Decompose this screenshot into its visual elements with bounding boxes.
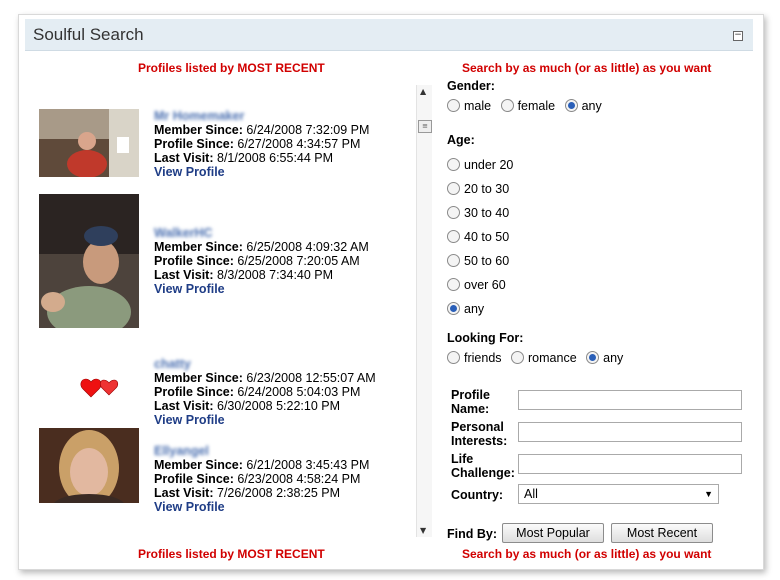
- gender-any-option[interactable]: any: [564, 99, 602, 113]
- profile-since-label: Profile Since:: [154, 385, 234, 399]
- find-by-label: Find By:: [447, 527, 497, 541]
- country-label: Country:: [451, 488, 504, 502]
- age-40-50-option[interactable]: 40 to 50: [447, 225, 513, 249]
- profile-name-label: Profile Name:: [451, 388, 490, 416]
- profile-photo[interactable]: [39, 194, 139, 328]
- left-header-top: Profiles listed by MOST RECENT: [138, 61, 325, 75]
- radio-icon[interactable]: [511, 351, 525, 364]
- profile-since-value: 6/24/2008 5:04:03 PM: [237, 385, 361, 399]
- age-over-60-option[interactable]: over 60: [447, 273, 513, 297]
- minus-box-icon[interactable]: −: [733, 31, 743, 41]
- gender-female-option[interactable]: female: [500, 99, 555, 113]
- profile-since-value: 6/23/2008 4:58:24 PM: [237, 472, 361, 486]
- personal-interests-label: Personal Interests:: [451, 420, 508, 448]
- age-any-option[interactable]: any: [447, 297, 513, 321]
- profile-list: Mr Homemaker Member Since: 6/24/2008 7:3…: [39, 95, 419, 545]
- gender-label: Gender:: [447, 79, 495, 93]
- profile-name[interactable]: Mr Homemaker: [154, 109, 369, 123]
- heart-icon[interactable]: [39, 373, 139, 403]
- view-profile-link[interactable]: View Profile: [154, 165, 369, 179]
- radio-icon[interactable]: [500, 99, 514, 112]
- view-profile-link[interactable]: View Profile: [154, 282, 369, 296]
- member-since-value: 6/25/2008 4:09:32 AM: [246, 240, 369, 254]
- radio-selected-icon[interactable]: [447, 302, 460, 315]
- panel-title: Soulful Search: [33, 25, 144, 44]
- member-since-label: Member Since:: [154, 458, 243, 472]
- looking-for-group: Looking For: friends romance any: [447, 331, 629, 365]
- last-visit-label: Last Visit:: [154, 151, 214, 165]
- last-visit-label: Last Visit:: [154, 399, 214, 413]
- radio-icon[interactable]: [447, 206, 460, 219]
- right-header-bottom: Search by as much (or as little) as you …: [462, 547, 712, 561]
- chevron-down-icon[interactable]: ▼: [704, 485, 713, 503]
- age-label: Age:: [447, 133, 475, 147]
- scroll-thumb[interactable]: ≡: [418, 120, 432, 133]
- profile-photo[interactable]: [39, 428, 139, 503]
- gender-male-option[interactable]: male: [447, 99, 491, 113]
- age-50-60-option[interactable]: 50 to 60: [447, 249, 513, 273]
- radio-icon[interactable]: [447, 254, 460, 267]
- radio-icon[interactable]: [447, 99, 460, 112]
- life-challenge-label: Life Challenge:: [451, 452, 515, 480]
- profile-since-value: 6/25/2008 7:20:05 AM: [237, 254, 360, 268]
- radio-selected-icon[interactable]: [586, 351, 600, 364]
- member-since-value: 6/21/2008 3:45:43 PM: [246, 458, 370, 472]
- last-visit-label: Last Visit:: [154, 486, 214, 500]
- soulful-search-panel: Soulful Search − Profiles listed by MOST…: [18, 14, 764, 570]
- profile-name-input[interactable]: [518, 390, 742, 410]
- member-since-value: 6/23/2008 12:55:07 AM: [246, 371, 376, 385]
- profile-since-value: 6/27/2008 4:34:57 PM: [237, 137, 361, 151]
- age-30-40-option[interactable]: 30 to 40: [447, 201, 513, 225]
- member-since-label: Member Since:: [154, 240, 243, 254]
- member-since-label: Member Since:: [154, 371, 243, 385]
- profile-name[interactable]: Ellyangel: [154, 444, 369, 458]
- profile-info: chatty Member Since: 6/23/2008 12:55:07 …: [154, 357, 376, 427]
- radio-selected-icon[interactable]: [564, 99, 578, 112]
- view-profile-link[interactable]: View Profile: [154, 500, 369, 514]
- view-profile-link[interactable]: View Profile: [154, 413, 376, 427]
- scroll-down-icon[interactable]: ▼: [420, 526, 426, 535]
- age-group: Age: under 20 20 to 30 30 to 40 40 to 50…: [447, 133, 513, 321]
- profile-info: Mr Homemaker Member Since: 6/24/2008 7:3…: [154, 109, 369, 179]
- profile-photo[interactable]: [39, 109, 139, 177]
- country-selected-value: All: [524, 487, 538, 501]
- profile-list-scrollbar[interactable]: ▲ ≡ ▼: [416, 85, 432, 537]
- last-visit-value: 7/26/2008 2:38:25 PM: [217, 486, 341, 500]
- right-header-top: Search by as much (or as little) as you …: [462, 61, 712, 75]
- panel-titlebar: Soulful Search −: [25, 19, 753, 51]
- looking-any-option[interactable]: any: [586, 351, 623, 365]
- profile-info: WalkerHC Member Since: 6/25/2008 4:09:32…: [154, 226, 369, 296]
- scroll-up-icon[interactable]: ▲: [420, 87, 426, 96]
- member-since-value: 6/24/2008 7:32:09 PM: [246, 123, 370, 137]
- radio-icon[interactable]: [447, 278, 460, 291]
- left-header-bottom: Profiles listed by MOST RECENT: [138, 547, 325, 561]
- looking-friends-option[interactable]: friends: [447, 351, 502, 365]
- looking-for-label: Looking For:: [447, 331, 524, 345]
- radio-icon[interactable]: [447, 182, 460, 195]
- last-visit-label: Last Visit:: [154, 268, 214, 282]
- profile-name[interactable]: WalkerHC: [154, 226, 369, 240]
- age-under-20-option[interactable]: under 20: [447, 153, 513, 177]
- life-challenge-input[interactable]: [518, 454, 742, 474]
- most-popular-button[interactable]: Most Popular: [502, 523, 604, 543]
- profile-since-label: Profile Since:: [154, 472, 234, 486]
- radio-icon[interactable]: [447, 230, 460, 243]
- last-visit-value: 6/30/2008 5:22:10 PM: [217, 399, 341, 413]
- last-visit-value: 8/1/2008 6:55:44 PM: [217, 151, 334, 165]
- age-20-30-option[interactable]: 20 to 30: [447, 177, 513, 201]
- profile-name[interactable]: chatty: [154, 357, 376, 371]
- last-visit-value: 8/3/2008 7:34:40 PM: [217, 268, 334, 282]
- personal-interests-input[interactable]: [518, 422, 742, 442]
- profile-since-label: Profile Since:: [154, 254, 234, 268]
- profile-since-label: Profile Since:: [154, 137, 234, 151]
- profile-info: Ellyangel Member Since: 6/21/2008 3:45:4…: [154, 444, 369, 514]
- radio-icon[interactable]: [447, 158, 460, 171]
- gender-group: Gender: male female any: [447, 79, 608, 113]
- radio-icon[interactable]: [447, 351, 460, 364]
- most-recent-button[interactable]: Most Recent: [611, 523, 713, 543]
- member-since-label: Member Since:: [154, 123, 243, 137]
- country-select[interactable]: All ▼: [518, 484, 719, 504]
- looking-romance-option[interactable]: romance: [511, 351, 577, 365]
